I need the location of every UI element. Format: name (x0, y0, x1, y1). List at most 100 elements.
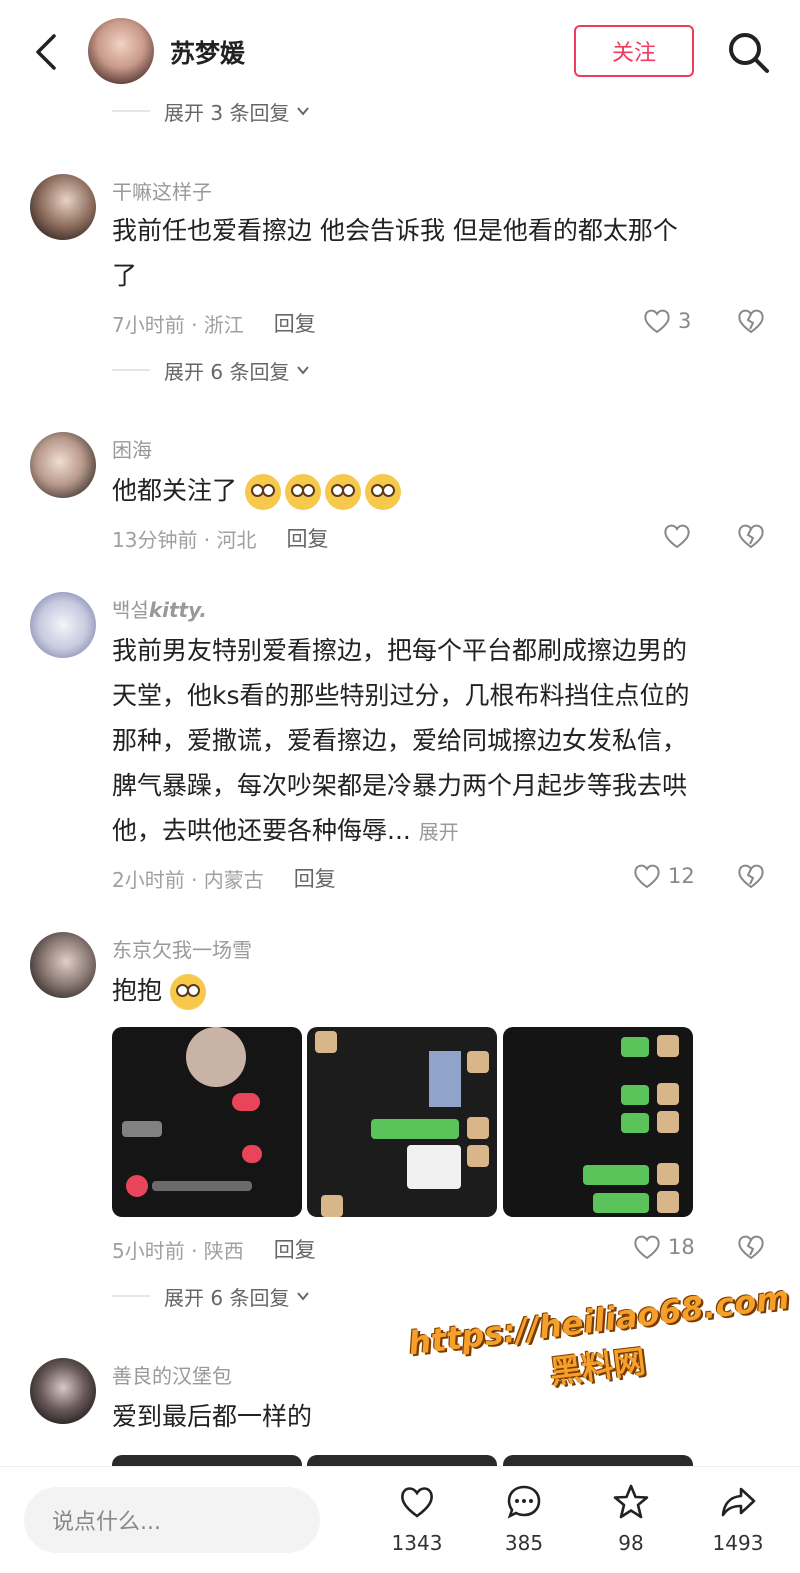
sticker (126, 1175, 148, 1197)
mini-avatar (657, 1083, 679, 1105)
comment-meta: 7小时前 · 浙江 回复 (112, 308, 316, 338)
mini-avatar (321, 1195, 343, 1217)
mini-avatar (467, 1145, 489, 1167)
follow-button[interactable]: 关注 (574, 25, 694, 77)
comment-text-line: 那种，爱撒谎，爱看擦边，爱给同城擦边女发私信， (112, 726, 688, 755)
chat-bubble (152, 1181, 252, 1191)
back-button[interactable] (28, 32, 68, 72)
comment-text: 我前男友特别爱看擦边，把每个平台都刷成擦边男的 天堂，他ks看的那些特别过分，几… (112, 628, 772, 855)
smile-emoji-icon (324, 474, 361, 510)
avatar[interactable] (30, 1358, 96, 1424)
mini-avatar (657, 1163, 679, 1185)
hug-emoji-icon (169, 974, 206, 1010)
username-prefix: 백설 (112, 598, 149, 622)
share-total: 1493 (712, 1531, 764, 1555)
comment-text-line: 我前任也爱看擦边 他会告诉我 但是他看的都太那个 (112, 216, 678, 245)
author-name[interactable]: 苏梦媛 (170, 34, 245, 70)
like-count: 3 (678, 309, 692, 333)
photo-content (429, 1051, 461, 1107)
chat-bubble (583, 1165, 649, 1185)
dislike-heart-icon (738, 309, 764, 334)
like-action[interactable]: 1343 (377, 1483, 457, 1555)
comment-image[interactable] (112, 1027, 302, 1217)
comment-text: 我前任也爱看擦边 他会告诉我 但是他看的都太那个 了 (112, 208, 772, 298)
favorite-total: 98 (618, 1531, 644, 1555)
comment-text-line: 天堂，他ks看的那些特别过分，几根布料挡住点位的 (112, 681, 690, 710)
comment-text: 抱抱 (112, 968, 772, 1013)
like-button[interactable]: 18 (632, 1232, 695, 1262)
comment-meta: 2小时前 · 内蒙古 回复 (112, 863, 336, 893)
reply-button[interactable]: 回复 (294, 863, 336, 893)
expand-replies[interactable]: 展开 3 条回复 (112, 96, 311, 126)
avatar[interactable] (30, 592, 96, 658)
chevron-down-icon (297, 1292, 310, 1301)
comment-text-line: 他，去哄他还要各种侮辱... 展开 (112, 808, 772, 855)
comment-input[interactable]: 说点什么... (24, 1487, 320, 1553)
smile-emoji-icon (364, 474, 401, 510)
mini-avatar (657, 1111, 679, 1133)
chat-bubble (122, 1121, 162, 1137)
like-button[interactable]: 12 (632, 861, 695, 891)
username-suffix: kitty. (148, 598, 207, 622)
sticker (407, 1145, 461, 1189)
share-icon (721, 1487, 756, 1517)
comment-text-line: 了 (112, 261, 138, 290)
mini-avatar (315, 1031, 337, 1053)
chat-bubble (242, 1145, 262, 1163)
comment-action[interactable]: 385 (484, 1483, 564, 1555)
chat-bubble (371, 1119, 459, 1139)
bottom-action-bar: 说点什么... 1343 385 98 1493 (0, 1466, 800, 1573)
comment-text-content: 抱抱 (112, 976, 163, 1005)
comment-time-location: 5小时前 · 陕西 (112, 1238, 244, 1263)
comment-username[interactable]: 善良的汉堡包 (112, 1360, 232, 1389)
avatar[interactable] (30, 432, 96, 498)
share-action[interactable]: 1493 (698, 1483, 778, 1555)
photo-content (186, 1027, 246, 1087)
mini-avatar (657, 1035, 679, 1057)
avatar[interactable] (30, 932, 96, 998)
author-avatar[interactable] (88, 18, 154, 84)
expand-replies[interactable]: 展开 6 条回复 (112, 1281, 311, 1311)
dislike-button[interactable] (736, 306, 766, 336)
like-total: 1343 (391, 1531, 443, 1555)
comment-time-location: 13分钟前 · 河北 (112, 527, 257, 552)
top-header: 苏梦媛 关注 (0, 0, 800, 100)
chat-bubble (232, 1093, 260, 1111)
comment-time-location: 7小时前 · 浙江 (112, 312, 244, 337)
dislike-button[interactable] (736, 521, 766, 551)
comment-text: 他都关注了 (112, 468, 772, 513)
like-button[interactable]: 3 (642, 306, 691, 336)
comment-username[interactable]: 干嘛这样子 (112, 176, 212, 205)
dislike-button[interactable] (736, 861, 766, 891)
comment-text-line: 脾气暴躁，每次吵架都是冷暴力两个月起步等我去哄 (112, 771, 688, 800)
like-button[interactable] (662, 521, 692, 551)
chevron-down-icon (297, 107, 310, 116)
chat-bubble (593, 1193, 649, 1213)
avatar[interactable] (30, 174, 96, 240)
expand-replies[interactable]: 展开 6 条回复 (112, 355, 311, 385)
chat-bubble (621, 1085, 649, 1105)
expand-text-link[interactable]: 展开 (419, 820, 459, 844)
comment-image[interactable] (503, 1027, 693, 1217)
watermark: https://heiliao68.com 黑料网 (406, 1278, 791, 1410)
comment-time-location: 2小时前 · 内蒙古 (112, 867, 264, 892)
expand-replies-label: 展开 6 条回复 (164, 359, 290, 384)
search-button[interactable] (724, 28, 772, 76)
comment-icon (507, 1485, 541, 1519)
heart-icon (664, 524, 690, 549)
comment-username[interactable]: 백설kitty. (112, 594, 207, 623)
expand-replies-label: 展开 6 条回复 (164, 1285, 290, 1310)
reply-button[interactable]: 回复 (274, 308, 316, 338)
reply-button[interactable]: 回复 (287, 523, 329, 553)
dislike-heart-icon (738, 1235, 764, 1260)
chevron-down-icon (297, 366, 310, 375)
mini-avatar (467, 1117, 489, 1139)
comment-image[interactable] (307, 1027, 497, 1217)
comment-username[interactable]: 东京欠我一场雪 (112, 934, 252, 963)
comment-username[interactable]: 困海 (112, 434, 152, 463)
reply-button[interactable]: 回复 (274, 1234, 316, 1264)
dislike-button[interactable] (736, 1232, 766, 1262)
comment-meta: 5小时前 · 陕西 回复 (112, 1234, 316, 1264)
comment-text-content: 他都关注了 (112, 476, 238, 505)
favorite-action[interactable]: 98 (591, 1483, 671, 1555)
